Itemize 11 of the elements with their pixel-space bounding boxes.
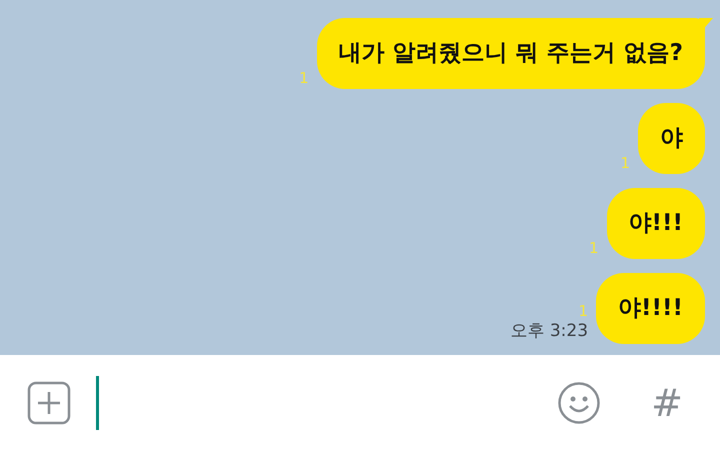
unread-count: 1 bbox=[620, 154, 630, 172]
message-bubble: 야 bbox=[638, 103, 705, 174]
message-bubble: 야!!! bbox=[606, 188, 705, 259]
plus-box-icon[interactable] bbox=[27, 381, 71, 425]
smiley-icon[interactable] bbox=[557, 381, 602, 425]
message-bubble: 야!!!! bbox=[596, 273, 705, 344]
message-time: 오후 3:23 bbox=[510, 320, 588, 342]
unread-count: 1 bbox=[578, 302, 588, 320]
hash-button[interactable]: # bbox=[651, 384, 683, 422]
unread-count: 1 bbox=[588, 239, 599, 257]
unread-count: 1 bbox=[299, 69, 309, 87]
